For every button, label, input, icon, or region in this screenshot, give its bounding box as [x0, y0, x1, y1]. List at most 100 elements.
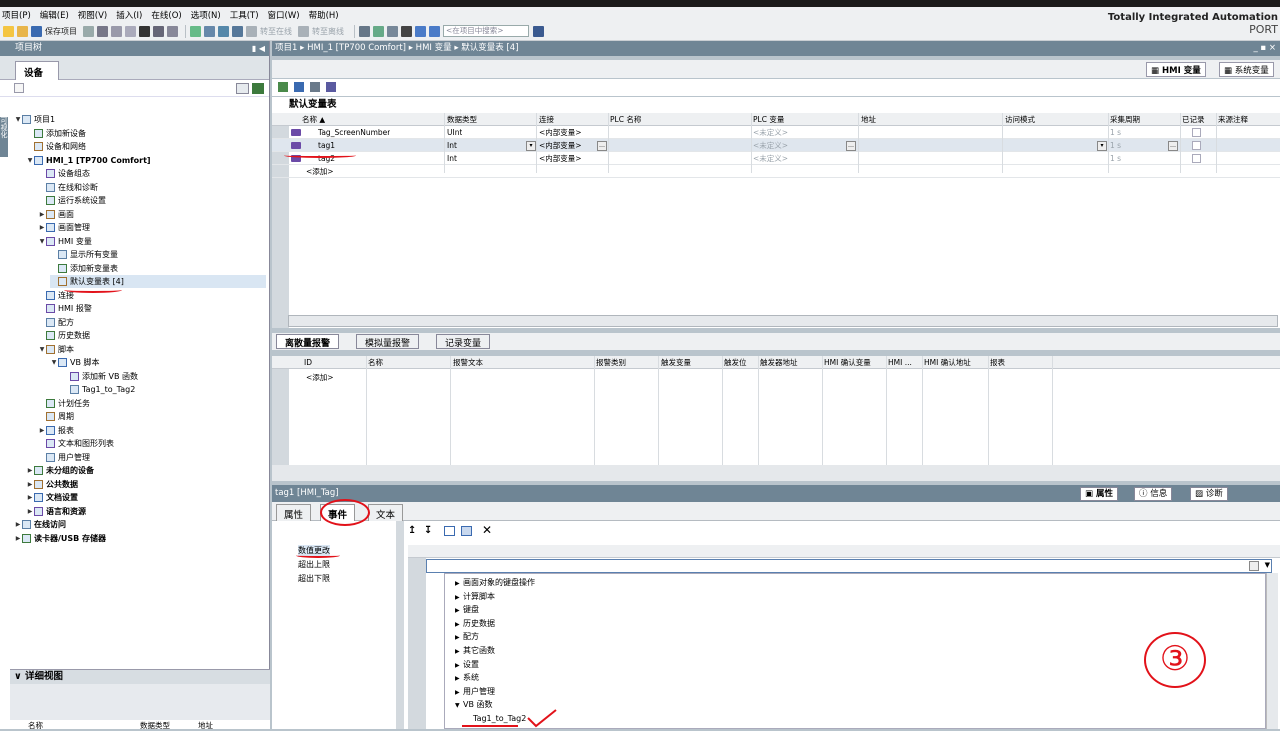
alarm-col-trigger-tag[interactable]: 触发变量: [661, 356, 691, 369]
event-low-limit[interactable]: 超出下限: [298, 573, 330, 585]
move-down-icon[interactable]: ↧: [424, 525, 432, 536]
connection-browse-icon[interactable]: …: [597, 141, 607, 151]
expand-arrow-icon[interactable]: ▶: [455, 659, 463, 672]
breadcrumb-device[interactable]: HMI_1 [TP700 Comfort]: [307, 43, 406, 53]
compile-icon[interactable]: [190, 25, 201, 37]
function-category[interactable]: ▼ VB 函数: [455, 698, 493, 712]
tab-inspector-diagnostics[interactable]: ▨ 诊断: [1190, 487, 1228, 501]
tree-item[interactable]: 文本和图形列表: [38, 437, 266, 450]
logged-checkbox[interactable]: [1192, 141, 1201, 150]
menu-item[interactable]: 项目(P): [2, 9, 31, 21]
expand-arrow-icon[interactable]: ▶: [455, 686, 463, 699]
alarm-col-text[interactable]: 报警文本: [453, 356, 483, 369]
tree-item[interactable]: ▶ 语言和资源: [26, 505, 266, 518]
split-vertical-icon[interactable]: [429, 25, 440, 37]
col-plc-name[interactable]: PLC 名称: [610, 113, 641, 126]
tag-name-cell[interactable]: tag1: [318, 139, 335, 152]
function-category[interactable]: ▶ 设置: [455, 658, 479, 672]
open-project-icon[interactable]: [17, 25, 28, 37]
col-access-mode[interactable]: 访问模式: [1005, 113, 1035, 126]
tab-properties[interactable]: 属性: [276, 504, 312, 521]
table-view-icon[interactable]: [236, 83, 249, 94]
split-editor-icon[interactable]: [387, 25, 398, 37]
expand-arrow-icon[interactable]: ▼: [38, 235, 46, 248]
tag-table-horizontal-scrollbar[interactable]: [288, 315, 1278, 327]
tree-item[interactable]: ▶ 读卡器/USB 存储器: [14, 532, 266, 545]
save-project-button[interactable]: 保存项目: [45, 26, 77, 37]
expand-arrow-icon[interactable]: ▼: [38, 343, 46, 356]
function-dropdown-scrollbar[interactable]: [1266, 573, 1278, 729]
tag-plc-tag-cell[interactable]: <未定义>: [753, 126, 788, 139]
tree-item[interactable]: ▼ HMI_1 [TP700 Comfort]: [26, 154, 266, 167]
simulate-icon[interactable]: [232, 25, 243, 37]
window-controls-icon[interactable]: _ ▪ ×: [1253, 41, 1276, 56]
tab-logging-tags[interactable]: 记录变量: [436, 334, 491, 349]
menu-item[interactable]: 在线(O): [151, 9, 181, 21]
expand-arrow-icon[interactable]: ▶: [38, 208, 46, 221]
function-category[interactable]: ▶ 画面对象的键盘操作: [455, 576, 535, 590]
add-tag-row[interactable]: <添加>: [306, 165, 334, 178]
alarm-col-trigger-address[interactable]: 触发器地址: [760, 356, 798, 369]
tree-item[interactable]: ▶ 在线访问: [14, 518, 266, 531]
download-icon[interactable]: [204, 25, 215, 37]
tree-item[interactable]: 设备组态: [38, 167, 266, 180]
tree-item[interactable]: Tag1_to_Tag2: [62, 383, 266, 396]
tree-item[interactable]: ▼ VB 脚本: [50, 356, 266, 369]
expand-arrow-icon[interactable]: ▼: [14, 113, 22, 126]
alarm-col-ack-address[interactable]: HMI 确认地址: [924, 356, 971, 369]
plc-tag-browse-icon[interactable]: …: [846, 141, 856, 151]
menu-item[interactable]: 插入(I): [116, 9, 142, 21]
tag-cycle-cell[interactable]: 1 s: [1110, 139, 1121, 152]
menu-item[interactable]: 窗口(W): [268, 9, 300, 21]
append-function-icon[interactable]: [461, 526, 472, 536]
function-select-input[interactable]: ▼: [426, 559, 1272, 573]
function-category[interactable]: ▶ 配方: [455, 630, 479, 644]
tag-connection-cell[interactable]: <内部变量>: [539, 152, 582, 165]
tree-item[interactable]: 周期: [38, 410, 266, 423]
tab-system-tags[interactable]: ▦ 系统变量: [1219, 62, 1274, 77]
breadcrumb-hmi-tags[interactable]: HMI 变量: [416, 43, 452, 53]
tree-item[interactable]: ▶ 画面: [38, 208, 266, 221]
expand-arrow-icon[interactable]: ▶: [455, 631, 463, 644]
print-icon[interactable]: [83, 25, 94, 37]
function-dropdown-icon[interactable]: ▼: [1265, 561, 1270, 569]
go-online-button[interactable]: 转至在线: [260, 26, 292, 37]
logged-checkbox[interactable]: [1192, 128, 1201, 137]
function-category[interactable]: ▶ 历史数据: [455, 617, 495, 631]
breadcrumb-tag-table[interactable]: 默认变量表 [4]: [461, 43, 518, 53]
col-address[interactable]: 地址: [861, 113, 876, 126]
tree-item[interactable]: 计划任务: [38, 397, 266, 410]
insert-row-icon[interactable]: [294, 82, 304, 92]
copy-icon[interactable]: [111, 25, 122, 37]
detail-view-header[interactable]: ∨ 详细视图: [10, 669, 270, 684]
delete-icon[interactable]: [139, 25, 150, 37]
tree-item[interactable]: 运行系统设置: [38, 194, 266, 207]
tab-inspector-info[interactable]: ⓘ 信息: [1134, 487, 1173, 501]
tag-connection-cell[interactable]: <内部变量>: [539, 139, 582, 152]
expand-arrow-icon[interactable]: ▶: [455, 604, 463, 617]
search-icon[interactable]: [533, 25, 544, 37]
event-high-limit[interactable]: 超出上限: [298, 559, 330, 571]
alarm-col-hmi-more[interactable]: HMI ...: [888, 356, 912, 369]
col-data-type[interactable]: 数据类型: [447, 113, 477, 126]
go-online-icon[interactable]: [246, 25, 257, 37]
collapse-panel-icon[interactable]: ▮ ◀: [252, 41, 265, 56]
expand-arrow-icon[interactable]: ▶: [26, 491, 34, 504]
breadcrumb-project[interactable]: 项目1: [275, 43, 297, 53]
function-category[interactable]: ▶ 其它函数: [455, 644, 495, 658]
tree-item[interactable]: 显示所有变量: [50, 248, 266, 261]
save-icon[interactable]: [31, 25, 42, 37]
tree-item[interactable]: ▼ 项目1: [14, 113, 266, 126]
tag-cycle-cell[interactable]: 1 s: [1110, 152, 1121, 165]
access-mode-dropdown-icon[interactable]: ▾: [1097, 141, 1107, 151]
tree-item[interactable]: ▶ 公共数据: [26, 478, 266, 491]
export-icon[interactable]: [310, 82, 320, 92]
accessible-devices-icon[interactable]: [359, 25, 370, 37]
move-up-icon[interactable]: ↥: [408, 525, 416, 536]
tree-item[interactable]: ▼ HMI 变量: [38, 235, 266, 248]
expand-arrow-icon[interactable]: ▼: [455, 699, 463, 712]
data-type-dropdown-icon[interactable]: ▾: [526, 141, 536, 151]
tag-cycle-cell[interactable]: 1 s: [1110, 126, 1121, 139]
alarm-col-id[interactable]: ID: [304, 356, 312, 369]
monitor-icon[interactable]: [326, 82, 336, 92]
